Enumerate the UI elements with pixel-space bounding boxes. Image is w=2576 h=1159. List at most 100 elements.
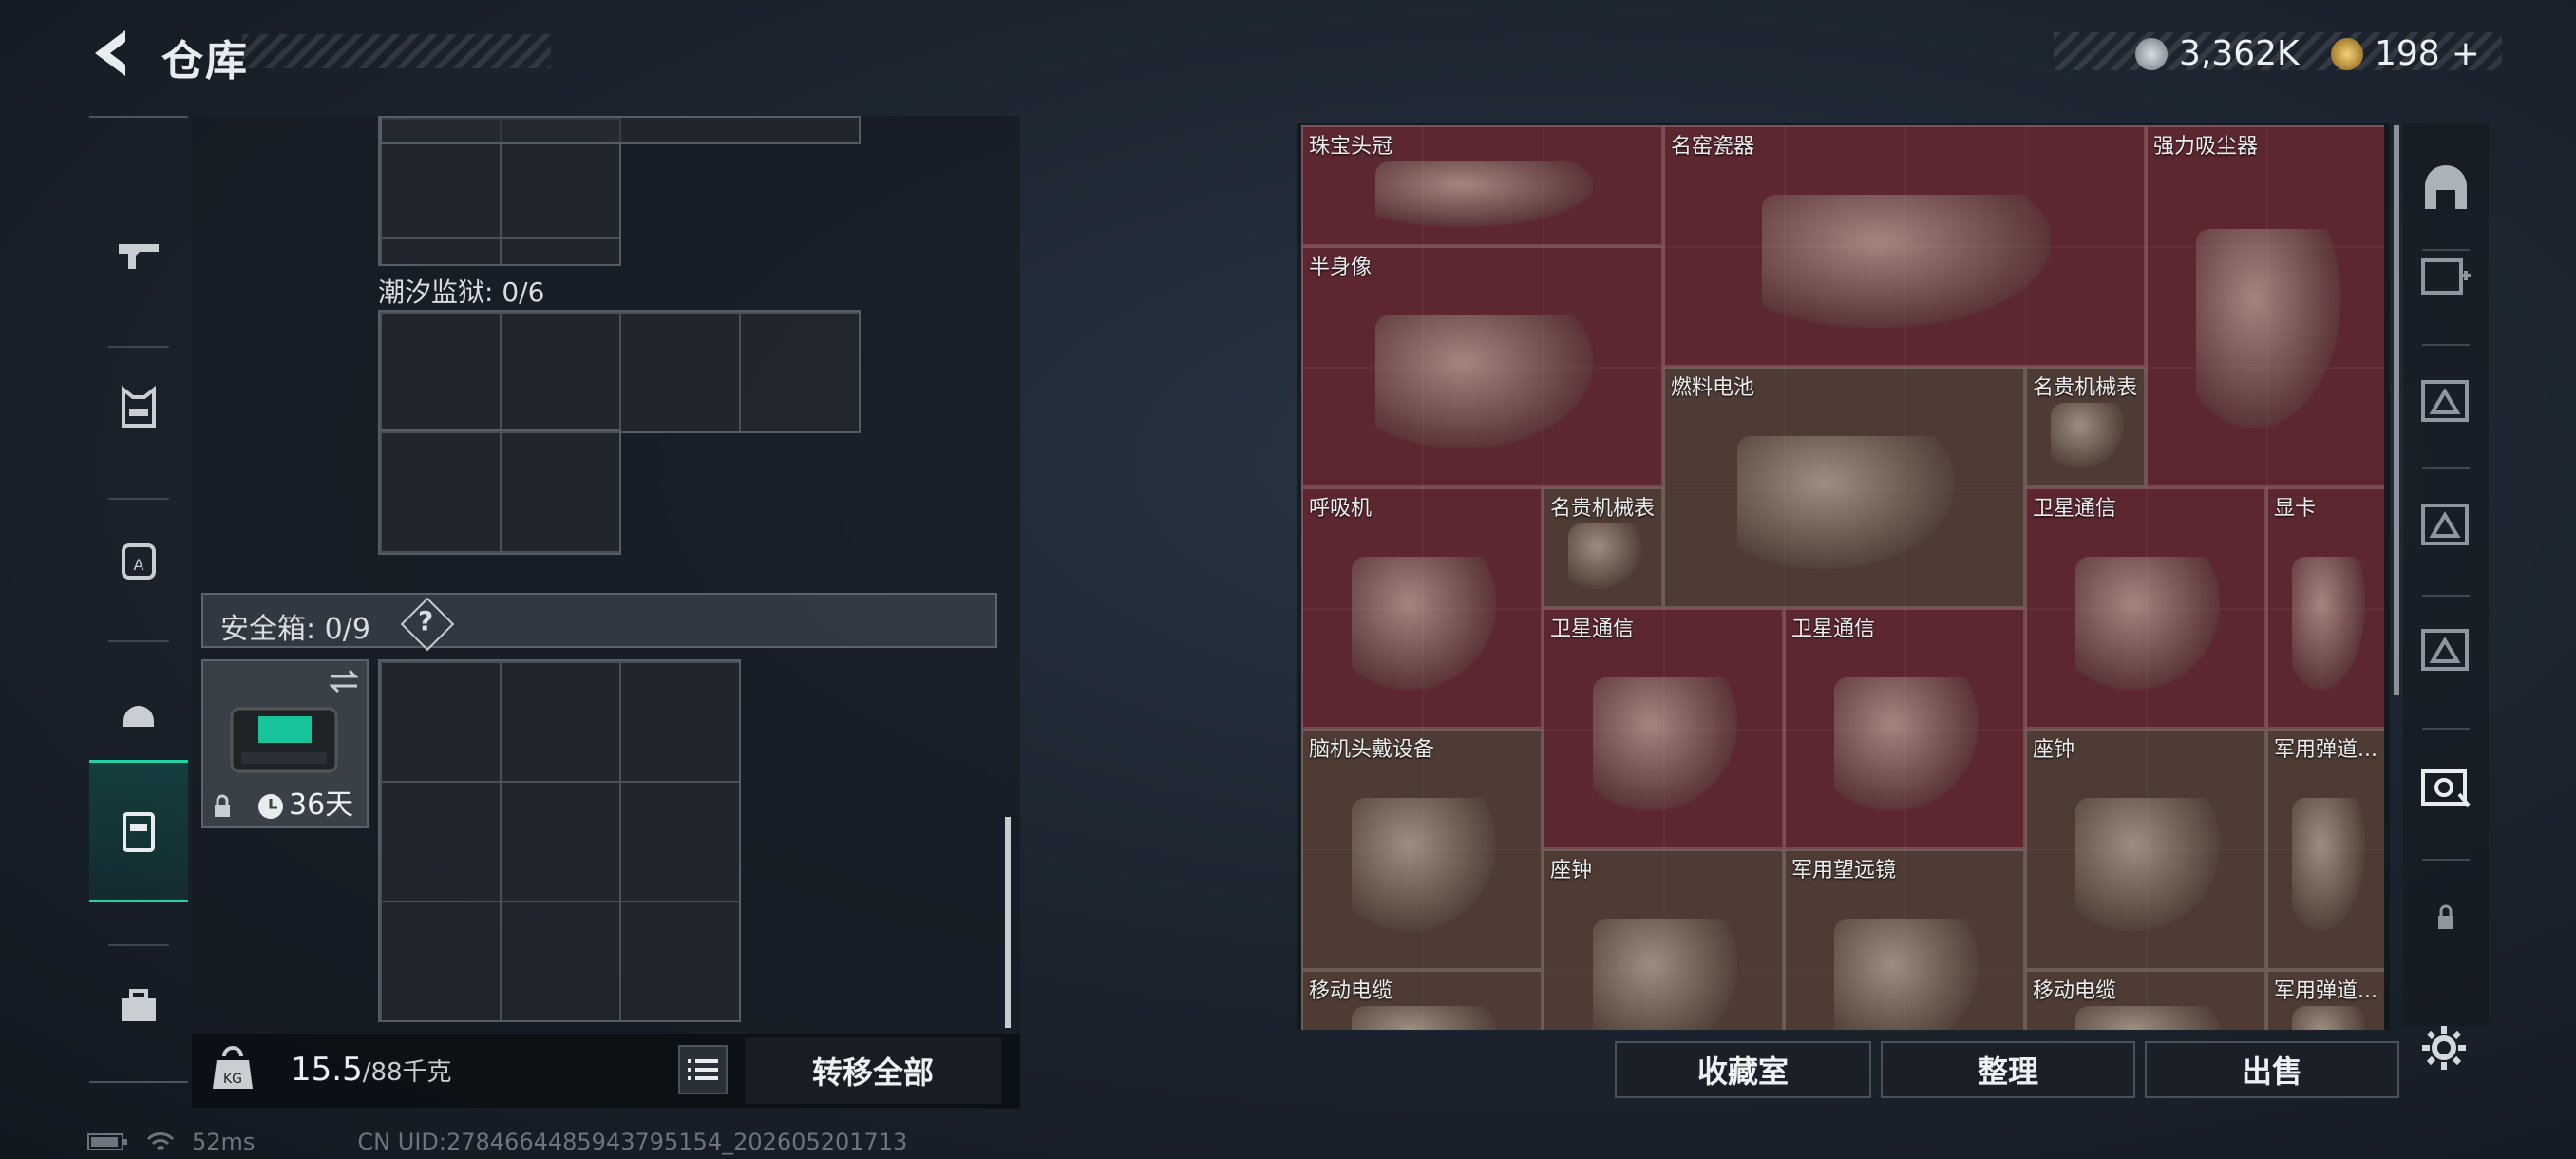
list-icon [688, 1059, 718, 1080]
organize-button[interactable]: 整理 [1881, 1041, 2135, 1098]
transfer-all-button[interactable]: 转移全部 [745, 1037, 1001, 1104]
stash-item-label: 显卡 [2274, 497, 2317, 521]
back-arrow-icon [95, 30, 125, 76]
page-title: 仓库 [161, 37, 249, 86]
sell-button[interactable]: 出售 [2145, 1041, 2399, 1098]
safe-box-grid[interactable] [378, 659, 741, 1022]
weight-max: /88千克 [362, 1058, 452, 1087]
stash-item-image [1351, 557, 1497, 690]
collection-room-button[interactable]: 收藏室 [1615, 1041, 1871, 1098]
stash-item[interactable]: 座钟 [1543, 849, 1784, 1030]
stash-item[interactable]: 卫星通信 [1543, 608, 1784, 849]
stash-item-image [2074, 557, 2221, 690]
weight-kg-icon: KG [213, 1046, 253, 1089]
safe-box-icon [123, 812, 155, 852]
stash-item-image [1351, 798, 1497, 931]
grade-iv-plus-icon[interactable] [2417, 247, 2474, 304]
stash-item-label: 强力吸尘器 [2153, 135, 2259, 159]
rail-backpack[interactable]: A [89, 488, 188, 631]
stash-item[interactable]: 卫星通信 [2025, 487, 2266, 729]
grade-gt-armor-icon[interactable] [2417, 621, 2474, 678]
stash-item[interactable]: 卫星通信 [1784, 608, 2025, 849]
helmet-icon [123, 706, 154, 727]
stash-item-label: 军用弹道... [2274, 979, 2377, 1003]
stash-item[interactable]: 脑机头戴设备 [1301, 729, 1543, 970]
stash-item-label: 军用弹道... [2274, 738, 2377, 762]
stash-item[interactable]: 燃料电池 [1663, 367, 2025, 608]
safe-box-duration: 36天 [289, 788, 354, 822]
svg-text:A: A [134, 556, 144, 574]
list-view-button[interactable] [678, 1045, 728, 1094]
lock-icon [215, 794, 230, 817]
container-grid-top-edge [380, 116, 861, 144]
stash-item-image [1375, 161, 1593, 228]
add-gold-button[interactable]: + [2452, 34, 2480, 73]
stash-item[interactable]: 座钟 [2025, 729, 2266, 970]
stash-item-image [1833, 919, 1979, 1030]
stash-item-image [2292, 557, 2365, 690]
stash-item[interactable]: 珠宝头冠 [1301, 125, 1663, 246]
stash-item[interactable]: 军用弹道... [2266, 970, 2384, 1030]
stash-scrollbar[interactable] [2394, 125, 2399, 695]
stash-item-image [1833, 677, 1979, 810]
silver-amount: 3,362K [2179, 34, 2300, 73]
stash-item-image [1351, 1005, 1497, 1030]
stash-item-label: 珠宝头冠 [1309, 135, 1393, 159]
grade-iv-armor-icon[interactable] [2417, 372, 2474, 429]
stash-item[interactable]: 名窑瓷器 [1663, 125, 2146, 367]
stash-item-label: 卫星通信 [1550, 618, 1635, 641]
stash-item-label: 呼吸机 [1309, 497, 1373, 521]
stash-item[interactable]: 呼吸机 [1301, 487, 1543, 729]
left-scrollbar[interactable] [1005, 817, 1011, 1028]
gold-currency[interactable]: 198 + [2331, 34, 2480, 73]
tide-prison-label: 潮汐监狱: 0/6 [378, 276, 545, 308]
rail-weapons[interactable] [89, 184, 188, 327]
stash-item-label: 移动电缆 [2033, 979, 2117, 1003]
rail-safe-box[interactable] [89, 760, 188, 902]
stash-item[interactable]: 军用弹道... [2266, 729, 2384, 970]
toolbox-icon [122, 989, 156, 1021]
title-stripe [242, 34, 551, 68]
stash-item-label: 名窑瓷器 [1671, 135, 1755, 159]
stash-grid[interactable]: 珠宝头冠 名窑瓷器 强力吸尘器 半身像 燃料电池 名贵机械表 呼吸机 名贵机械表 卫星通信 显卡卫… [1301, 125, 2384, 1030]
stash-item[interactable]: 强力吸尘器 [2146, 125, 2384, 487]
grade-v-armor-icon[interactable] [2417, 758, 2474, 815]
lock-icon[interactable] [2417, 887, 2474, 944]
safe-box-item[interactable]: 36天 [201, 659, 369, 828]
wifi-icon [146, 1132, 175, 1150]
tide-prison-grid-row1[interactable] [378, 310, 861, 433]
ping-readout: 52ms [192, 1129, 256, 1155]
stash-item-image [1568, 522, 1641, 590]
stash-item[interactable]: 半身像 [1301, 246, 1663, 487]
help-button[interactable]: ? [400, 597, 455, 652]
secure-case-icon [230, 707, 338, 773]
swap-icon[interactable] [327, 667, 361, 695]
rail-vest[interactable] [89, 336, 188, 479]
stash-item-label: 座钟 [2033, 738, 2075, 762]
stash-item[interactable]: 名贵机械表 [2025, 367, 2146, 487]
stash-item-image [1737, 436, 1955, 569]
stash-item-label: 卫星通信 [1791, 618, 1876, 641]
weight-readout: 15.5/88千克 [291, 1051, 452, 1089]
stash-item-label: 军用望远镜 [1791, 859, 1897, 883]
rail-toolbox[interactable] [89, 935, 188, 1077]
stash-item-label: 脑机头戴设备 [1309, 738, 1435, 762]
stash-item-label: 名贵机械表 [1550, 497, 1656, 521]
stash-item[interactable]: 移动电缆 [2025, 970, 2266, 1030]
stash-item[interactable]: 移动电缆 [1301, 970, 1543, 1030]
vest-icon [122, 386, 156, 428]
stash-item-image [1592, 677, 1738, 810]
grade-iv-armor-icon[interactable] [2417, 496, 2474, 553]
stash-item[interactable]: 军用望远镜 [1784, 849, 2025, 1030]
stash-item-image [2195, 228, 2341, 428]
back-button[interactable] [87, 27, 135, 80]
silver-currency[interactable]: 3,362K [2135, 34, 2300, 73]
stash-item[interactable]: 显卡 [2266, 487, 2384, 729]
stash-item-label: 燃料电池 [1671, 376, 1755, 400]
gold-coin-icon [2331, 37, 2363, 70]
stash-item[interactable]: 名贵机械表 [1543, 487, 1663, 608]
safe-box-label: 安全箱: 0/9 [220, 613, 370, 646]
tide-prison-grid-row2[interactable] [378, 429, 621, 555]
settings-icon[interactable] [2420, 1024, 2468, 1072]
helmet-tab-icon[interactable] [2417, 162, 2474, 218]
